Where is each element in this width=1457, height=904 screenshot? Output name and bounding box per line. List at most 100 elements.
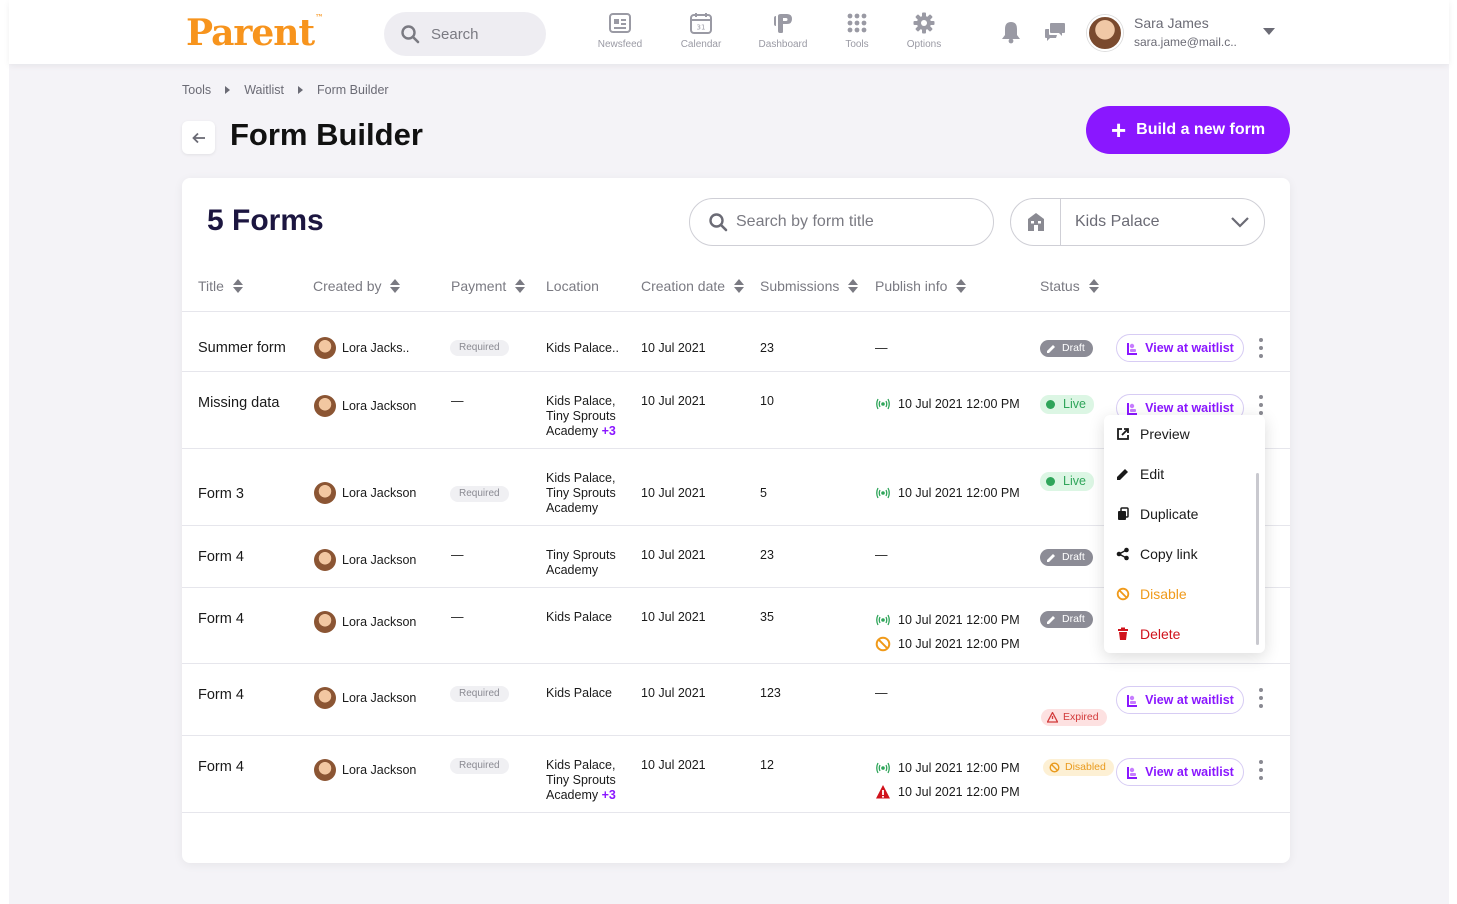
column-header-creation-date[interactable]: Creation date [641, 278, 745, 294]
row-expire-info: 10 Jul 2021 12:00 PM [875, 784, 1020, 800]
form-title-search-input[interactable]: Search by form title [689, 198, 994, 246]
breadcrumb-waitlist[interactable]: Waitlist [244, 83, 284, 97]
breadcrumb-form-builder: Form Builder [317, 83, 389, 97]
row-date: 10 Jul 2021 [641, 486, 706, 500]
menu-scrollbar[interactable] [1256, 473, 1259, 645]
nav-dashboard[interactable]: Dashboard [748, 12, 818, 50]
row-title: Form 4 [198, 687, 244, 703]
user-menu-chevron-icon[interactable] [1263, 28, 1275, 35]
block-icon [875, 636, 891, 652]
row-date: 10 Jul 2021 [641, 610, 706, 624]
row-creator: Lora Jacks.. [314, 337, 409, 359]
row-more-options-icon[interactable] [1259, 688, 1265, 708]
breadcrumb: Tools Waitlist Form Builder [182, 83, 389, 97]
view-waitlist-button[interactable]: View at waitlist [1116, 686, 1244, 714]
nav-tools[interactable]: Tools [822, 12, 892, 50]
live-dot-icon [1046, 400, 1055, 409]
tools-icon [847, 13, 867, 33]
chat-icon[interactable] [1043, 20, 1067, 44]
row-more-options-icon[interactable] [1259, 760, 1265, 780]
row-location: Tiny Sprouts Academy [546, 548, 616, 577]
calendar-icon: 31 [690, 13, 712, 34]
column-header-title[interactable]: Title [198, 278, 243, 294]
row-location: Kids Palace, Tiny Sprouts Academy +3 [546, 394, 616, 438]
row-publish-info: 10 Jul 2021 12:00 PM [875, 485, 1020, 501]
row-date: 10 Jul 2021 [641, 341, 706, 355]
nav-options[interactable]: Options [889, 12, 959, 50]
row-submissions: 12 [760, 758, 774, 772]
row-publish-info: 10 Jul 2021 12:00 PM [875, 396, 1020, 412]
sort-icon [390, 279, 401, 293]
more-locations-link[interactable]: +3 [602, 788, 616, 802]
row-more-options-icon[interactable] [1259, 338, 1265, 358]
pencil-icon [1047, 616, 1055, 624]
nav-newsfeed[interactable]: Newsfeed [585, 12, 655, 50]
row-payment: — [451, 610, 464, 624]
row-publish-info: — [875, 686, 888, 700]
row-date: 10 Jul 2021 [641, 686, 706, 700]
status-badge: Disabled [1043, 759, 1114, 776]
row-submissions: 23 [760, 341, 774, 355]
column-header-payment[interactable]: Payment [451, 278, 526, 294]
app-logo[interactable]: Parent™ [186, 12, 323, 54]
divider [182, 371, 1290, 372]
menu-item-edit[interactable]: Edit [1116, 466, 1164, 482]
dashboard-icon [774, 14, 792, 33]
location-select[interactable]: Kids Palace [1010, 198, 1265, 246]
payment-badge: Required [450, 686, 509, 702]
global-search-input[interactable]: Search [384, 12, 546, 56]
view-waitlist-button[interactable]: View at waitlist [1116, 334, 1244, 362]
pencil-icon [1047, 554, 1055, 562]
live-dot-icon [1046, 477, 1055, 486]
back-button[interactable] [182, 121, 215, 154]
column-header-status[interactable]: Status [1040, 278, 1099, 294]
gear-icon [913, 12, 935, 34]
row-location: Kids Palace [546, 610, 613, 624]
payment-badge: Required [450, 486, 509, 502]
divider [182, 735, 1290, 736]
view-waitlist-button[interactable]: View at waitlist [1116, 758, 1244, 786]
row-creator: Lora Jackson [314, 549, 416, 571]
copy-icon [1118, 507, 1129, 520]
expired-icon [1047, 712, 1058, 723]
broadcast-icon [876, 487, 890, 499]
row-location: Kids Palace [546, 686, 613, 700]
column-header-publish-info[interactable]: Publish info [875, 278, 967, 294]
menu-item-copy-link[interactable]: Copy link [1116, 546, 1198, 562]
sort-icon [515, 279, 526, 293]
row-creator: Lora Jackson [314, 687, 416, 709]
status-badge: Live [1040, 395, 1094, 414]
row-title: Missing data [198, 395, 280, 411]
row-creator: Lora Jackson [314, 611, 416, 633]
bell-icon[interactable] [999, 20, 1023, 44]
avatar [314, 759, 336, 781]
chevron-down-icon [1231, 217, 1249, 228]
trash-icon [1118, 627, 1128, 640]
menu-item-delete[interactable]: Delete [1116, 626, 1180, 642]
user-avatar[interactable] [1087, 15, 1123, 51]
row-date: 10 Jul 2021 [641, 394, 706, 408]
column-header-submissions[interactable]: Submissions [760, 278, 859, 294]
sort-icon [1088, 279, 1099, 293]
menu-item-disable[interactable]: Disable [1116, 586, 1187, 602]
row-publish-info: 10 Jul 2021 12:00 PM [875, 612, 1020, 628]
column-header-created-by[interactable]: Created by [313, 278, 401, 294]
avatar [314, 611, 336, 633]
search-placeholder: Search [431, 25, 479, 43]
divider [182, 663, 1290, 664]
sort-icon [232, 279, 243, 293]
status-badge: Expired [1041, 709, 1107, 726]
row-payment: — [451, 548, 464, 562]
menu-item-preview[interactable]: Preview [1116, 426, 1190, 442]
status-badge: Draft [1040, 340, 1093, 357]
build-new-form-button[interactable]: + Build a new form [1086, 106, 1290, 154]
nav-calendar[interactable]: 31 Calendar [666, 12, 736, 50]
waitlist-icon [1127, 342, 1138, 355]
menu-item-duplicate[interactable]: Duplicate [1116, 506, 1198, 522]
avatar [314, 482, 336, 504]
row-more-options-icon[interactable] [1259, 395, 1265, 415]
breadcrumb-separator-icon [225, 86, 231, 94]
breadcrumb-tools[interactable]: Tools [182, 83, 211, 97]
more-locations-link[interactable]: +3 [602, 424, 616, 438]
top-bar: Parent™ Search Newsfeed 31 Calendar Dash… [9, 0, 1449, 64]
